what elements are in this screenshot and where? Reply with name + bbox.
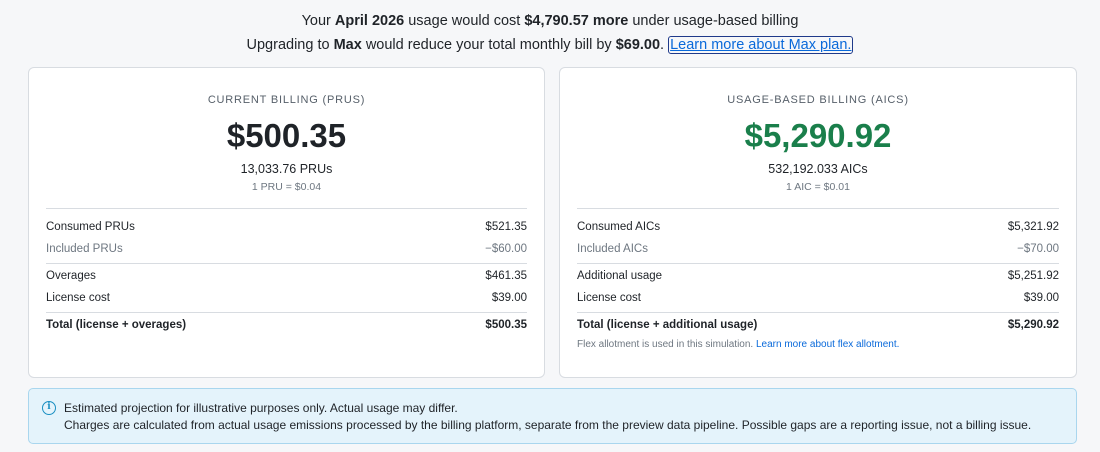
row-label: License cost	[46, 292, 110, 304]
info-charges-note: Charges are calculated from actual usage…	[64, 418, 1032, 432]
divider	[46, 312, 527, 313]
divider	[577, 312, 1059, 313]
current-total-amount: $500.35	[226, 117, 347, 154]
divider	[46, 263, 527, 264]
row-additional-usage: Additional usage $5,251.92	[577, 268, 1059, 284]
row-license-cost: License cost $39.00	[577, 290, 1059, 306]
info-disclaimer: Estimated projection for illustrative pu…	[64, 401, 458, 415]
usage-based-billing-card: USAGE-BASED BILLING (AICS) $5,290.92 532…	[559, 67, 1077, 378]
current-billing-card: CURRENT BILLING (PRUS) $500.35 13,033.76…	[28, 67, 545, 378]
divider	[577, 208, 1059, 209]
row-included-prus: Included PRUs −$60.00	[46, 241, 527, 257]
headline-month: April 2026	[334, 13, 405, 29]
info-banner: i Estimated projection for illustrative …	[28, 388, 1077, 444]
row-label: Included PRUs	[46, 243, 123, 255]
row-included-aics: Included AICs −$70.00	[577, 241, 1059, 257]
row-value: $5,290.92	[1007, 319, 1059, 331]
card-title: CURRENT BILLING (PRUS)	[207, 94, 366, 106]
row-value: $521.35	[485, 221, 527, 233]
usage-units: 532,192.033 AICs	[768, 162, 868, 176]
row-label: Total (license + overages)	[46, 319, 187, 331]
row-label: Total (license + additional usage)	[577, 319, 758, 331]
headline-text: usage would cost	[404, 13, 525, 29]
usage-rate: 1 AIC = $0.01	[786, 181, 850, 193]
row-value: −$60.00	[485, 243, 527, 255]
note-text: Flex allotment is used in this simulatio…	[577, 339, 756, 350]
headline-plan-name: Max	[333, 37, 362, 53]
row-value: $39.00	[1023, 292, 1059, 304]
headline-upgrade-summary: Upgrading to Max would reduce your total…	[0, 36, 1100, 54]
row-label: Additional usage	[577, 270, 663, 282]
row-value: $39.00	[491, 292, 527, 304]
headline-text: Your	[301, 13, 335, 29]
headline-text: Upgrading to	[246, 37, 334, 53]
learn-more-flex-allotment-link[interactable]: Learn more about flex allotment.	[756, 339, 899, 350]
headline-savings: $69.00	[615, 37, 661, 53]
row-value: $461.35	[485, 270, 527, 282]
row-label: Included AICs	[577, 243, 648, 255]
row-label: License cost	[577, 292, 641, 304]
divider	[46, 208, 527, 209]
info-icon: i	[42, 401, 56, 415]
row-consumed-prus: Consumed PRUs $521.35	[46, 219, 527, 235]
row-total: Total (license + additional usage) $5,29…	[577, 317, 1059, 333]
headline-text: would reduce your total monthly bill by	[361, 37, 616, 53]
headline-cost-summary: Your April 2026 usage would cost $4,790.…	[0, 13, 1100, 29]
headline-extra-cost: $4,790.57 more	[524, 13, 629, 29]
headline-text: under usage-based billing	[628, 13, 799, 29]
row-value: $5,321.92	[1007, 221, 1059, 233]
card-title: USAGE-BASED BILLING (AICS)	[727, 94, 909, 106]
row-label: Overages	[46, 270, 96, 282]
row-value: $500.35	[485, 319, 527, 331]
row-license-cost: License cost $39.00	[46, 290, 527, 306]
flex-allotment-note: Flex allotment is used in this simulatio…	[577, 339, 899, 350]
row-label: Consumed AICs	[577, 221, 661, 233]
row-value: $5,251.92	[1007, 270, 1059, 282]
row-overages: Overages $461.35	[46, 268, 527, 284]
headline-text: .	[660, 37, 669, 53]
current-rate: 1 PRU = $0.04	[251, 181, 322, 193]
current-units: 13,033.76 PRUs	[240, 162, 333, 176]
divider	[577, 263, 1059, 264]
row-consumed-aics: Consumed AICs $5,321.92	[577, 219, 1059, 235]
row-label: Consumed PRUs	[46, 221, 135, 233]
row-value: −$70.00	[1017, 243, 1059, 255]
row-total: Total (license + overages) $500.35	[46, 317, 527, 333]
usage-total-amount: $5,290.92	[744, 117, 892, 154]
learn-more-max-plan-link[interactable]: Learn more about Max plan.	[668, 36, 854, 54]
